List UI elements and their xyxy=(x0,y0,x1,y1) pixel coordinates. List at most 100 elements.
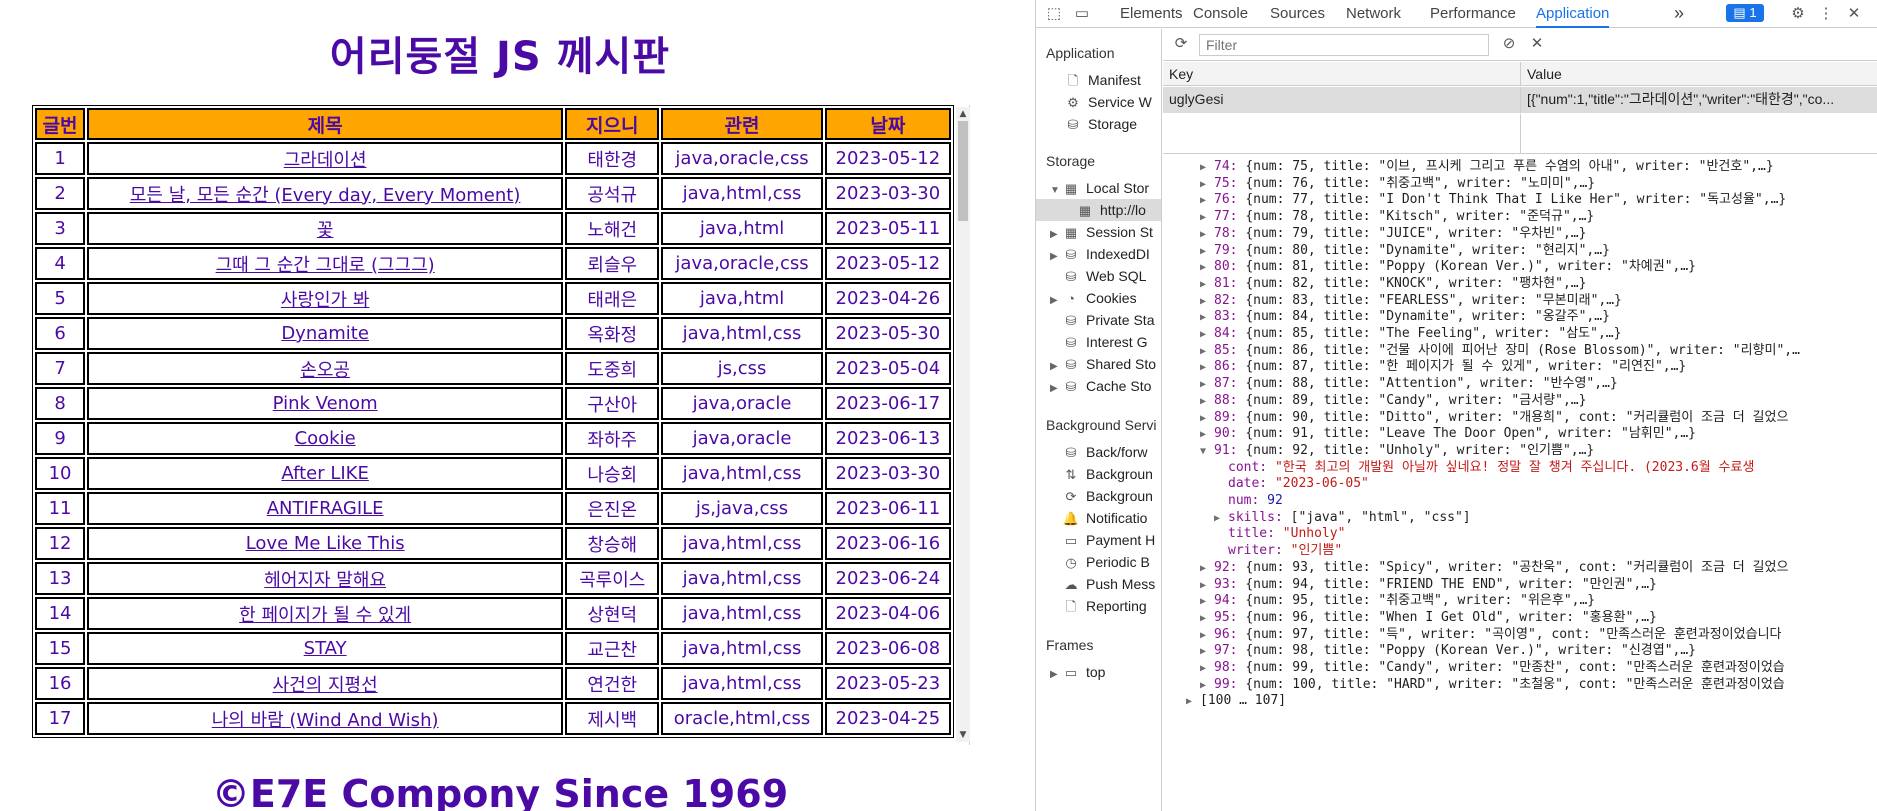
post-title-link[interactable]: Love Me Like This xyxy=(246,533,405,554)
object-summary: {num: 95, title: "취중고백", writer: "위은후",…… xyxy=(1245,593,1596,609)
post-date-cell: 2023-04-26 xyxy=(824,282,951,315)
sidebar-item-background-fetch[interactable]: ⇅ Backgroun xyxy=(1062,463,1153,485)
collapsed-triangle-icon[interactable]: ▶ xyxy=(1186,692,1200,712)
object-summary: {num: 98, title: "Poppy (Korean Ver.)", … xyxy=(1245,643,1697,659)
filter-input[interactable] xyxy=(1199,34,1489,56)
post-title-link[interactable]: 사랑인가 봐 xyxy=(281,290,370,311)
table-row: 2 모든 날, 모든 순간 (Every day, Every Moment) 공석… xyxy=(35,177,951,210)
object-summary: {num: 81, title: "Poppy (Korean Ver.)", … xyxy=(1245,259,1697,275)
collapsed-triangle-icon[interactable]: ▶ xyxy=(1214,509,1228,529)
sidebar-item-payment-handler[interactable]: ▭ Payment H xyxy=(1062,529,1155,551)
post-title-link[interactable]: 헤어지자 말해요 xyxy=(264,570,386,591)
key-column-header[interactable]: Key xyxy=(1163,62,1520,85)
post-date-cell: 2023-05-12 xyxy=(824,142,951,175)
sidebar-item-interest-groups[interactable]: ⛁ Interest G xyxy=(1062,331,1148,353)
tab-performance[interactable]: Performance xyxy=(1430,0,1516,28)
table-row: 17 나의 바람 (Wind And Wish) 제시백 oracle,html,cs… xyxy=(35,702,951,735)
array-index: 84: xyxy=(1214,326,1238,341)
sidebar-item-frame-top[interactable]: ▶ ▭ top xyxy=(1050,661,1105,683)
sidebar-item-indexeddb[interactable]: ▶ ⛁ IndexedDI xyxy=(1050,243,1150,265)
post-title-link[interactable]: 그때 그 순간 그대로 (그그그) xyxy=(216,255,435,276)
array-index: 96: xyxy=(1214,626,1238,642)
bell-icon: 🔔 xyxy=(1062,511,1080,526)
sidebar-item-cookies[interactable]: ▶ ◔ Cookies xyxy=(1050,287,1137,309)
table-row: 7 손오공 도중희 js,css 2023-05-04 xyxy=(35,352,951,385)
post-title-link[interactable]: STAY xyxy=(304,638,347,659)
sidebar-item-manifest[interactable]: 🗋 Manifest xyxy=(1064,69,1141,91)
board-scroll-area[interactable]: 글번 제목 지으니 관련 날짜 1 그라데이션 태한경 java,oracle,css… xyxy=(32,105,970,745)
clear-all-icon[interactable]: ⊘ xyxy=(1499,34,1519,54)
page-footer: ©E7E Compony Since 1969 xyxy=(211,772,789,811)
post-writer-cell: 연건한 xyxy=(565,667,660,700)
scroll-thumb[interactable] xyxy=(958,121,968,221)
post-title-link[interactable]: 나의 바람 (Wind And Wish) xyxy=(212,710,439,731)
tab-network[interactable]: Network xyxy=(1346,0,1401,28)
post-title-link[interactable]: 모든 날, 모든 순간 (Every day, Every Moment) xyxy=(130,185,521,206)
collapsed-triangle-icon[interactable]: ▶ xyxy=(1050,290,1062,312)
device-toolbar-icon[interactable]: ▭ xyxy=(1072,4,1092,24)
card-icon: ▭ xyxy=(1064,533,1078,548)
object-summary: {num: 96, title: "When I Get Old", write… xyxy=(1245,609,1657,625)
expanded-triangle-icon[interactable]: ▼ xyxy=(1200,442,1214,462)
clock-icon: ◷ xyxy=(1065,555,1077,570)
post-title-link-cell: After LIKE xyxy=(87,457,564,490)
property-key: title: xyxy=(1228,526,1275,542)
preview-entry[interactable]: ▶ 99: {num: 100, title: "HARD", writer: "… xyxy=(1200,675,1785,695)
scroll-up-arrow-icon[interactable]: ▲ xyxy=(956,107,970,121)
tab-sources[interactable]: Sources xyxy=(1270,0,1325,28)
sidebar-item-private-state-tokens[interactable]: ⛁ Private Sta xyxy=(1062,309,1155,331)
object-summary: {num: 77, title: "I Don't Think That I L… xyxy=(1245,192,1787,208)
preview-range-group[interactable]: ▶ [100 … 107] xyxy=(1186,691,1286,711)
delete-selected-icon[interactable]: ✕ xyxy=(1527,34,1547,54)
sidebar-item-reporting-api[interactable]: 🗋 Reporting xyxy=(1062,595,1147,617)
table-row: 14 한 페이지가 될 수 있게 상현덕 java,html,css 2023-04-0… xyxy=(35,597,951,630)
tab-console[interactable]: Console xyxy=(1193,0,1248,28)
collapsed-triangle-icon[interactable]: ▶ xyxy=(1050,246,1062,268)
sidebar-item-notifications[interactable]: 🔔 Notificatio xyxy=(1062,507,1148,529)
post-title-link[interactable]: 꽃 xyxy=(317,220,334,241)
sidebar-item-background-sync[interactable]: ⟳ Backgroun xyxy=(1062,485,1153,507)
post-title-link[interactable]: After LIKE xyxy=(281,463,368,484)
refresh-icon[interactable]: ⟳ xyxy=(1171,34,1191,54)
kv-row-uglygesi[interactable]: uglyGesi [{"num":1,"title":"그라데이션","writ… xyxy=(1163,87,1877,113)
settings-gear-icon[interactable]: ⚙ xyxy=(1788,4,1808,24)
sidebar-item-cache-storage[interactable]: ▶ ⛁ Cache Sto xyxy=(1050,375,1151,397)
scroll-down-arrow-icon[interactable]: ▼ xyxy=(956,728,970,742)
inspect-element-icon[interactable]: ⬚ xyxy=(1044,4,1064,24)
post-number-cell: 12 xyxy=(35,527,86,560)
post-writer-cell: 곡루이스 xyxy=(565,562,660,595)
more-options-icon[interactable]: ⋮ xyxy=(1816,4,1836,24)
post-title-link[interactable]: ANTIFRAGILE xyxy=(267,498,384,519)
post-title-link[interactable]: Cookie xyxy=(295,428,356,449)
post-title-link[interactable]: 그라데이션 xyxy=(284,150,367,171)
post-title-link[interactable]: 손오공 xyxy=(300,360,350,381)
more-tabs-icon[interactable]: » xyxy=(1674,0,1684,28)
collapsed-triangle-icon[interactable]: ▶ xyxy=(1050,664,1062,686)
sidebar-item-periodic-sync[interactable]: ◷ Periodic B xyxy=(1062,551,1149,573)
sidebar-item-back-forward-cache[interactable]: ⛁ Back/forw xyxy=(1062,441,1148,463)
sidebar-item-service-workers[interactable]: ⚙ Service W xyxy=(1064,91,1152,113)
issues-badge[interactable]: ▤ 1 xyxy=(1726,4,1764,22)
sidebar-item-storage[interactable]: ⛁ Storage xyxy=(1064,113,1138,135)
collapsed-triangle-icon[interactable]: ▶ xyxy=(1050,378,1062,400)
post-writer-cell: 은진온 xyxy=(565,492,660,525)
post-title-link[interactable]: Pink Venom xyxy=(273,393,378,414)
sidebar-item-shared-storage[interactable]: ▶ ⛁ Shared Sto xyxy=(1050,353,1156,375)
sidebar-item-push-messaging[interactable]: ☁ Push Mess xyxy=(1062,573,1156,595)
post-title-link[interactable]: Dynamite xyxy=(281,323,369,344)
sidebar-item-local-storage[interactable]: ▼ ▦ Local Stor xyxy=(1050,177,1149,199)
tab-elements[interactable]: Elements xyxy=(1120,0,1183,28)
object-summary: {num: 93, title: "Spicy", writer: "공찬욱",… xyxy=(1245,559,1789,575)
value-column-header[interactable]: Value xyxy=(1521,62,1877,85)
post-related-cell: java,html,css xyxy=(661,562,823,595)
sidebar-item-localhost-origin[interactable]: ▦ http://lo xyxy=(1036,199,1161,221)
close-devtools-icon[interactable]: ✕ xyxy=(1844,4,1864,24)
sidebar-item-web-sql[interactable]: ⛁ Web SQL xyxy=(1062,265,1147,287)
post-title-link[interactable]: 사건의 지평선 xyxy=(273,675,378,696)
value-preview-tree[interactable]: ▶ 74: {num: 75, title: "이브, 프시케 그리고 푸른 수염… xyxy=(1163,155,1877,811)
post-title-link[interactable]: 한 페이지가 될 수 있게 xyxy=(239,605,411,626)
board-scrollbar[interactable]: ▲ ▼ xyxy=(956,107,970,742)
sidebar-item-session-storage[interactable]: ▶ ▦ Session St xyxy=(1050,221,1153,243)
post-title-link-cell: 손오공 xyxy=(87,352,564,385)
tab-application[interactable]: Application xyxy=(1536,0,1610,28)
